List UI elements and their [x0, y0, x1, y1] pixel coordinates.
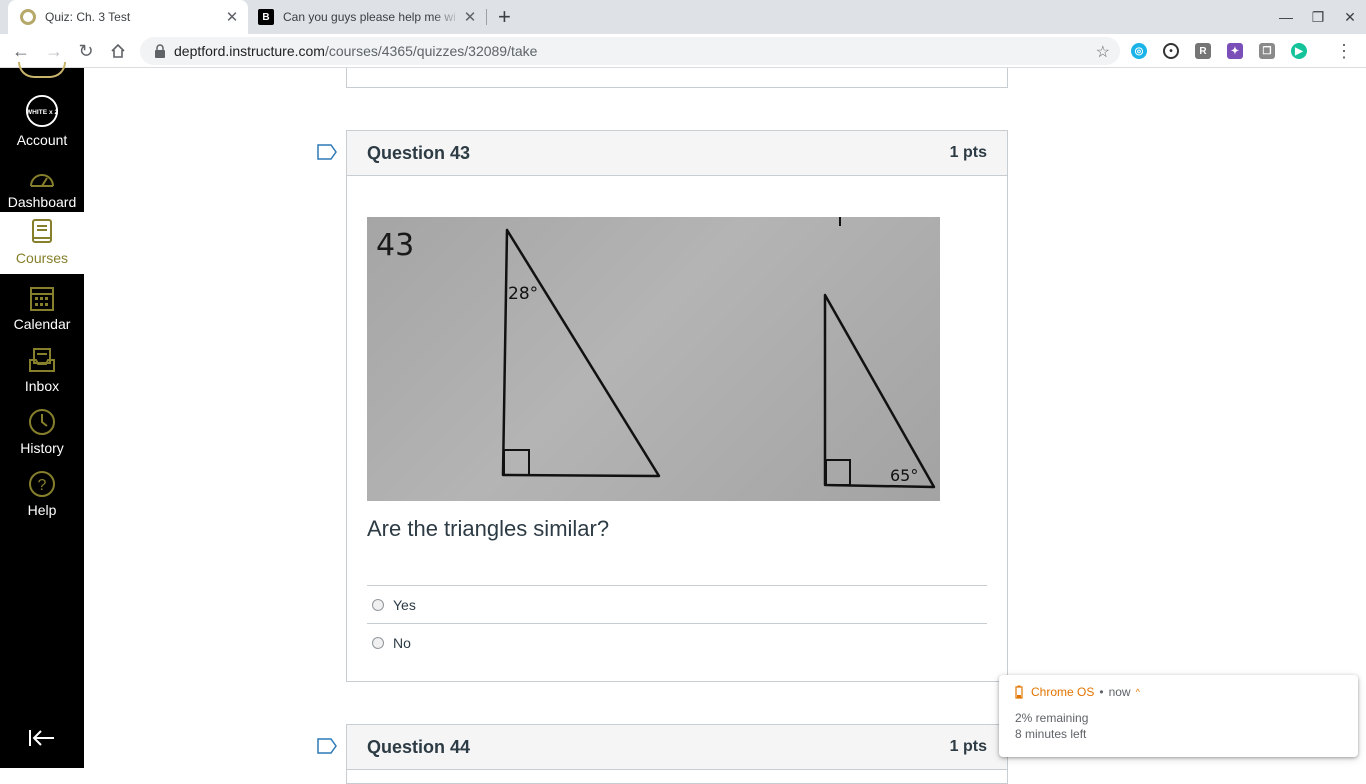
- restore-icon[interactable]: ❐: [1302, 0, 1334, 34]
- separator-dot: •: [1099, 685, 1104, 699]
- back-icon[interactable]: ←: [8, 38, 34, 64]
- brainly-favicon-icon: B: [258, 9, 274, 25]
- angle-label-right: 65°: [890, 466, 918, 485]
- browser-toolbar: ← → ↻ deptford.instructure.com/courses/4…: [0, 34, 1366, 68]
- close-window-icon[interactable]: ✕: [1334, 0, 1366, 34]
- inbox-icon: [29, 348, 55, 372]
- triangles-image: 43 28° 65°: [367, 217, 940, 501]
- triangles-drawing: 43 28° 65°: [376, 217, 936, 489]
- global-nav: WHITE x 2 Account Dashboard Courses Cale…: [0, 62, 84, 768]
- svg-text:WHITE x 2: WHITE x 2: [26, 109, 59, 116]
- help-icon: ?: [29, 471, 55, 497]
- tab-separator: [486, 9, 487, 25]
- nav-inbox[interactable]: Inbox: [0, 340, 84, 400]
- nav-label: Dashboard: [7, 194, 77, 210]
- nav-calendar[interactable]: Calendar: [0, 278, 84, 338]
- question-header: Question 44 1 pts: [347, 725, 1007, 770]
- nav-label: History: [20, 440, 64, 456]
- answer-yes[interactable]: Yes: [367, 585, 987, 623]
- notification-time: now: [1108, 685, 1131, 699]
- tab-title: Can you guys please help me wi: [283, 10, 456, 24]
- radio-button[interactable]: [372, 598, 384, 611]
- question-44: Question 44 1 pts: [346, 724, 1008, 784]
- tab-title: Quiz: Ch. 3 Test: [45, 10, 131, 24]
- grammarly-icon[interactable]: ▶: [1291, 43, 1307, 59]
- url-host: deptford.instructure.com: [174, 43, 325, 59]
- answer-label: Yes: [393, 596, 416, 613]
- nav-label: Calendar: [13, 316, 71, 332]
- flag-question-icon[interactable]: [317, 144, 337, 160]
- extension-r-icon[interactable]: R: [1195, 43, 1211, 59]
- expand-chevron-icon[interactable]: ^: [1136, 687, 1140, 697]
- nav-account[interactable]: WHITE x 2 Account: [0, 88, 84, 148]
- battery-notification[interactable]: Chrome OS • now ^ 2% remaining 8 minutes…: [999, 675, 1358, 757]
- extension-copy-icon[interactable]: ❐: [1259, 43, 1275, 59]
- question-points: 1 pts: [949, 144, 987, 161]
- chrome-menu-icon[interactable]: ⋮: [1331, 38, 1357, 64]
- nav-label: Courses: [15, 250, 69, 266]
- new-tab-button[interactable]: +: [498, 3, 511, 31]
- previous-question-end: [346, 68, 1008, 88]
- question-title: Question 44: [367, 736, 471, 757]
- address-bar[interactable]: deptford.instructure.com/courses/4365/qu…: [140, 37, 1120, 65]
- school-logo[interactable]: [18, 62, 66, 78]
- close-tab-icon[interactable]: ✕: [222, 8, 242, 26]
- notification-header: Chrome OS • now ^: [1015, 685, 1342, 699]
- question-title: Question 43: [367, 142, 471, 163]
- extension-record-icon[interactable]: •: [1163, 43, 1179, 59]
- canvas-favicon-icon: [20, 9, 36, 25]
- nav-label: Account: [16, 132, 68, 148]
- radio-button[interactable]: [372, 636, 384, 649]
- forward-icon[interactable]: →: [41, 38, 67, 64]
- dashboard-icon: [30, 174, 54, 187]
- answer-label: No: [393, 634, 411, 651]
- flag-question-icon[interactable]: [317, 738, 337, 754]
- notification-line2: 8 minutes left: [1015, 727, 1087, 741]
- reload-icon[interactable]: ↻: [73, 38, 99, 64]
- svg-text:?: ?: [38, 477, 47, 494]
- collapse-nav-icon[interactable]: [28, 728, 56, 754]
- avatar-icon: WHITE x 2: [26, 94, 59, 128]
- question-43: Question 43 1 pts 43 28° 65° Are the tri…: [346, 130, 1008, 682]
- tab-strip: Quiz: Ch. 3 Test ✕ B Can you guys please…: [0, 0, 1366, 34]
- nav-help[interactable]: ? Help: [0, 464, 84, 524]
- home-icon[interactable]: [105, 38, 131, 64]
- angle-label-left: 28°: [508, 284, 538, 304]
- notification-app: Chrome OS: [1031, 685, 1095, 699]
- question-header: Question 43 1 pts: [347, 131, 1007, 176]
- nav-label: Help: [27, 502, 57, 518]
- history-icon: [29, 409, 55, 435]
- question-points: 1 pts: [949, 738, 987, 755]
- extension-globe-icon[interactable]: ◎: [1131, 43, 1147, 59]
- nav-history[interactable]: History: [0, 402, 84, 462]
- close-tab-icon[interactable]: ✕: [460, 8, 480, 26]
- extension-puzzle-icon[interactable]: ✦: [1227, 43, 1243, 59]
- question-text: Are the triangles similar?: [367, 516, 610, 541]
- lock-icon: [155, 44, 165, 58]
- image-question-number: 43: [376, 228, 414, 263]
- courses-icon: [32, 219, 52, 243]
- nav-dashboard[interactable]: Dashboard: [0, 160, 84, 220]
- nav-courses[interactable]: Courses: [0, 212, 84, 274]
- battery-low-icon: [1015, 685, 1023, 699]
- answer-no[interactable]: No: [367, 623, 987, 661]
- url-path: /courses/4365/quizzes/32089/take: [324, 43, 538, 59]
- bookmark-star-icon[interactable]: ☆: [1096, 42, 1110, 62]
- notification-line1: 2% remaining: [1015, 711, 1089, 725]
- tab-brainly[interactable]: B Can you guys please help me wi ✕: [250, 0, 486, 34]
- nav-label: Inbox: [24, 378, 60, 394]
- calendar-icon: [30, 287, 54, 311]
- tab-quiz[interactable]: Quiz: Ch. 3 Test ✕: [8, 0, 248, 34]
- minimize-icon[interactable]: —: [1270, 0, 1302, 34]
